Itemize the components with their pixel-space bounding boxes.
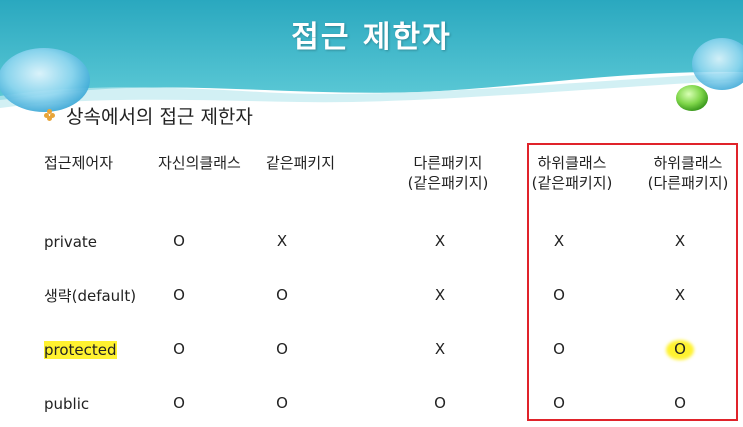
cell-mark: O [276,340,288,358]
cell-mark: O [553,394,565,412]
row-modifier-protected: protected [44,340,117,360]
cell-mark: X [276,232,288,250]
row-modifier-default: 생략(default) [44,287,137,305]
cell-mark: X [434,340,446,358]
cell-mark: O [276,286,288,304]
cell-mark: O [553,340,565,358]
header-own-class: 자신의클래스 [158,154,241,172]
cell-mark: X [674,286,686,304]
cell-mark: O [276,394,288,412]
cell-mark: O [553,286,565,304]
cell-mark: X [434,232,446,250]
cell-mark-highlighted: O [674,340,686,358]
cell-mark: X [674,232,686,250]
header-access-modifier: 접근제어자 [44,154,114,172]
slide-title: 접근 제한자 [291,20,452,55]
cell-mark: X [553,232,565,250]
section-subtitle: 상속에서의 접근 제한자 [66,105,253,128]
header-subclass-other-package: 하위클래스 (다른패키지) [647,154,729,192]
highlighted-protected: protected [44,341,117,359]
header-other-package: 다른패키지 (같은패키지) [407,154,489,192]
row-modifier-private: private [44,233,98,251]
cell-mark: X [434,286,446,304]
cell-mark: O [674,394,686,412]
header-subclass-same-package: 하위클래스 (같은패키지) [531,154,613,192]
diamond-bullet-icon [44,109,56,121]
header-same-package: 같은패키지 [266,154,336,172]
cell-mark: O [173,232,185,250]
cell-mark: O [434,394,446,412]
row-modifier-public: public [44,395,90,413]
cell-mark: O [173,286,185,304]
cell-mark: O [173,394,185,412]
cell-mark: O [173,340,185,358]
subtitle-row: 상속에서의 접근 제한자 [44,100,253,130]
